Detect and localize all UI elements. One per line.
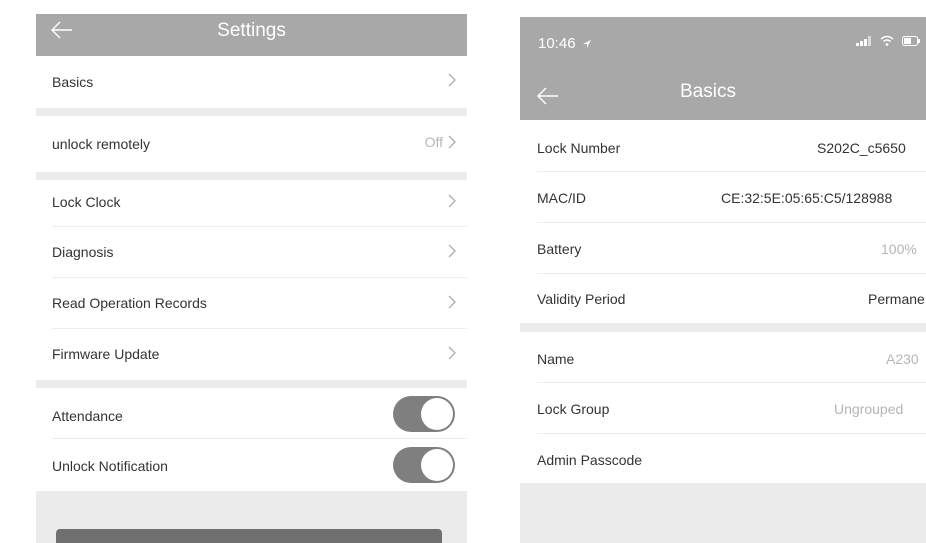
page-title: Basics bbox=[680, 81, 736, 102]
chevron-right-icon bbox=[448, 135, 456, 149]
settings-row-diagnosis[interactable]: Diagnosis bbox=[36, 227, 467, 277]
row-value: Ungrouped bbox=[834, 401, 904, 417]
toggle-knob bbox=[421, 398, 453, 430]
signal-icon bbox=[856, 35, 871, 46]
chevron-right-icon bbox=[448, 295, 456, 309]
wifi-icon bbox=[880, 35, 894, 46]
row-label: Name bbox=[537, 351, 575, 367]
section-divider bbox=[36, 380, 467, 388]
row-label: Lock Group bbox=[537, 401, 610, 417]
section-divider bbox=[520, 323, 926, 332]
attendance-toggle[interactable] bbox=[393, 396, 455, 432]
row-value: Permane bbox=[868, 291, 925, 307]
toggle-knob bbox=[421, 449, 453, 481]
row-value: 100% bbox=[881, 241, 917, 257]
row-label: Attendance bbox=[52, 408, 123, 424]
basics-row-lock-number: Lock Number S202C_c5650 bbox=[520, 120, 926, 171]
settings-row-lock-clock[interactable]: Lock Clock bbox=[36, 180, 467, 226]
section-divider bbox=[36, 108, 467, 116]
row-label: Read Operation Records bbox=[52, 295, 207, 311]
row-label: unlock remotely bbox=[52, 136, 151, 152]
location-arrow-icon bbox=[582, 39, 591, 48]
row-label: Unlock Notification bbox=[52, 458, 168, 474]
settings-screen: Settings Basics unlock remotely Off Lock… bbox=[36, 14, 467, 543]
settings-row-firmware-update[interactable]: Firmware Update bbox=[36, 329, 467, 380]
status-bar-time: 10:46 bbox=[538, 35, 592, 52]
row-value: A230 bbox=[886, 351, 919, 367]
basics-row-admin-passcode[interactable]: Admin Passcode bbox=[520, 434, 926, 483]
row-label: Admin Passcode bbox=[537, 452, 643, 468]
row-label: MAC/ID bbox=[537, 190, 586, 206]
basics-row-battery: Battery 100% bbox=[520, 223, 926, 273]
status-bar-icons bbox=[856, 35, 920, 46]
settings-row-unlock-notification: Unlock Notification bbox=[36, 439, 467, 491]
settings-row-attendance: Attendance bbox=[36, 388, 467, 438]
basics-row-name[interactable]: Name A230 bbox=[520, 332, 926, 382]
basics-screen: 10:46 Basics Lock Number S202C_c5650 MAC… bbox=[520, 17, 926, 543]
back-button[interactable] bbox=[536, 81, 576, 111]
settings-footer: Delete bbox=[36, 491, 467, 543]
settings-row-basics[interactable]: Basics bbox=[36, 56, 467, 108]
chevron-right-icon bbox=[448, 244, 456, 258]
basics-header: 10:46 Basics bbox=[520, 17, 926, 120]
basics-row-mac-id: MAC/ID CE:32:5E:05:65:C5/128988 bbox=[520, 172, 926, 222]
row-label: Firmware Update bbox=[52, 346, 160, 362]
section-divider bbox=[36, 172, 467, 180]
settings-row-unlock-remotely[interactable]: unlock remotely Off bbox=[36, 116, 467, 172]
basics-row-validity-period[interactable]: Validity Period Permane bbox=[520, 274, 926, 323]
row-value: CE:32:5E:05:65:C5/128988 bbox=[721, 190, 893, 206]
settings-row-read-operation-records[interactable]: Read Operation Records bbox=[36, 278, 467, 328]
settings-navbar: Settings bbox=[36, 14, 467, 56]
basics-footer bbox=[520, 483, 926, 543]
chevron-right-icon bbox=[448, 73, 456, 87]
row-label: Basics bbox=[52, 74, 94, 90]
row-label: Validity Period bbox=[537, 291, 626, 307]
row-label: Diagnosis bbox=[52, 244, 114, 260]
row-value: Off bbox=[424, 134, 443, 150]
row-label: Lock Number bbox=[537, 140, 621, 156]
unlock-notification-toggle[interactable] bbox=[393, 447, 455, 483]
delete-button[interactable]: Delete bbox=[56, 529, 442, 543]
status-time: 10:46 bbox=[538, 35, 576, 52]
chevron-right-icon bbox=[448, 346, 456, 360]
basics-row-lock-group[interactable]: Lock Group Ungrouped bbox=[520, 383, 926, 433]
chevron-right-icon bbox=[448, 194, 456, 208]
row-label: Battery bbox=[537, 241, 582, 257]
row-label: Lock Clock bbox=[52, 194, 121, 210]
arrow-left-icon bbox=[537, 87, 558, 105]
page-title: Settings bbox=[217, 20, 286, 41]
battery-icon bbox=[902, 35, 920, 46]
row-value: S202C_c5650 bbox=[817, 140, 906, 156]
